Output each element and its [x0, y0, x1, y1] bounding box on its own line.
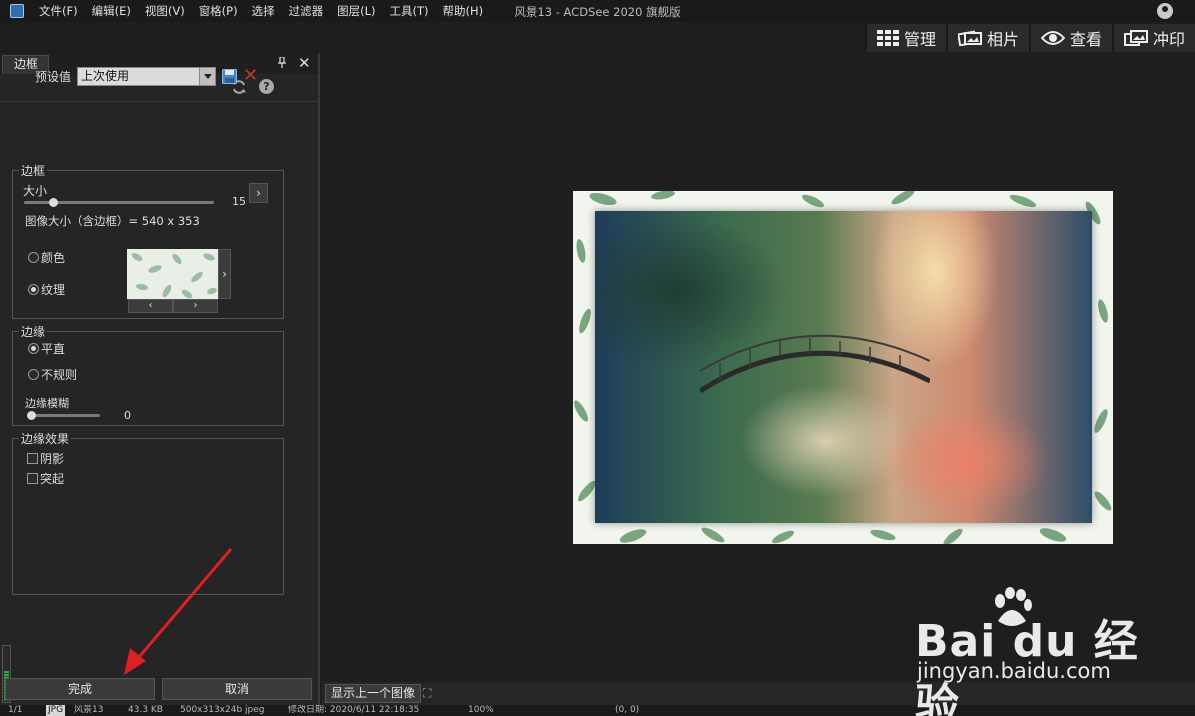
status-coords: (0, 0) — [615, 705, 640, 715]
menu-bar: 文件(F) 编辑(E) 视图(V) 窗格(P) 选择 过滤器 图层(L) 工具(… — [0, 0, 1195, 22]
size-expand-button[interactable]: › — [249, 183, 268, 203]
texture-preview[interactable] — [127, 249, 218, 299]
photos-icon — [957, 30, 982, 46]
shadow-label: 阴影 — [40, 452, 65, 466]
edge-irregular-radio[interactable] — [28, 369, 39, 380]
menu-edit[interactable]: 编辑(E) — [85, 3, 138, 19]
done-button[interactable]: 完成 — [5, 678, 155, 700]
texture-next-page-button[interactable]: › — [173, 299, 218, 313]
size-slider-thumb[interactable] — [48, 198, 58, 207]
user-account-icon[interactable] — [1157, 3, 1173, 19]
status-zoom: 100% — [468, 705, 494, 715]
edge-blur-slider[interactable] — [28, 414, 100, 417]
viewer-bottom-bar: 显示上一个图像 ⛶ — [322, 682, 1195, 705]
eye-icon — [1040, 31, 1065, 45]
cancel-button[interactable]: 取消 — [162, 678, 312, 700]
menu-layer[interactable]: 图层(L) — [330, 3, 382, 19]
mode-develop-button[interactable]: 冲印 — [1111, 24, 1195, 52]
image-size-text: 图像大小（含边框）= 540 x 353 — [25, 214, 200, 228]
grid-icon — [876, 30, 899, 46]
menu-select[interactable]: 选择 — [245, 3, 282, 19]
menu-view[interactable]: 视图(V) — [138, 3, 192, 19]
mode-photos-label: 相片 — [986, 30, 1019, 49]
mode-view-button[interactable]: 查看 — [1028, 24, 1112, 52]
menu-help[interactable]: 帮助(H) — [436, 3, 491, 19]
image-with-border[interactable] — [573, 191, 1113, 544]
show-previous-image-button[interactable]: 显示上一个图像 — [325, 684, 422, 703]
status-filesize: 43.3 KB — [128, 705, 163, 715]
edge-straight-radio[interactable] — [28, 343, 39, 354]
preset-selected-value: 上次使用 — [81, 69, 130, 83]
menu-filter[interactable]: 过滤器 — [282, 3, 331, 19]
border-group-title: 边框 — [19, 162, 48, 179]
edge-blur-label: 边缘模糊 — [25, 397, 69, 410]
image-viewer — [322, 53, 1195, 682]
app-icon[interactable] — [10, 4, 24, 18]
menu-tools[interactable]: 工具(T) — [383, 3, 436, 19]
preset-dropdown[interactable]: 上次使用 — [77, 67, 216, 86]
pin-icon[interactable] — [277, 56, 287, 69]
develop-icon — [1123, 30, 1148, 46]
edge-effects-title: 边缘效果 — [19, 430, 72, 447]
status-modified: 修改日期: 2020/6/11 22:18:35 — [288, 705, 420, 715]
texture-radio[interactable] — [28, 284, 39, 295]
mode-manage-button[interactable]: 管理 — [864, 24, 946, 52]
help-icon[interactable]: ? — [259, 79, 274, 94]
texture-prev-page-button[interactable]: ‹ — [128, 299, 173, 313]
menu-pane[interactable]: 窗格(P) — [192, 3, 245, 19]
edge-group-title: 边缘 — [19, 323, 48, 340]
mode-manage-label: 管理 — [903, 30, 936, 49]
photo-content — [595, 211, 1092, 523]
mode-bar: 管理 相片 查看 冲印 — [864, 24, 1195, 52]
chevron-down-icon[interactable] — [199, 68, 215, 85]
status-dimensions: 500x313x24b jpeg — [180, 705, 265, 715]
raised-label: 突起 — [40, 472, 65, 486]
save-preset-icon[interactable] — [222, 69, 237, 84]
texture-radio-label: 纹理 — [41, 283, 66, 297]
edge-irregular-label: 不规则 — [41, 368, 78, 382]
edge-blur-slider-thumb[interactable] — [27, 411, 36, 420]
close-icon[interactable]: ✕ — [298, 54, 312, 72]
preset-label: 预设值 — [35, 70, 72, 84]
size-label: 大小 — [23, 184, 48, 198]
mode-photos-button[interactable]: 相片 — [945, 24, 1029, 52]
status-format-badge: JPG — [46, 705, 66, 716]
status-bar: 1/1 JPG 风景13 43.3 KB 500x313x24b jpeg 修改… — [0, 705, 1195, 716]
mode-view-label: 查看 — [1069, 30, 1102, 49]
status-filename: 风景13 — [74, 705, 104, 715]
size-value: 15 — [232, 195, 246, 208]
texture-next-button[interactable]: › — [218, 249, 231, 299]
bridge-shape — [700, 334, 930, 394]
fullscreen-icon[interactable]: ⛶ — [423, 686, 431, 701]
annotation-arrow — [124, 548, 233, 675]
shadow-checkbox[interactable] — [27, 453, 38, 464]
color-radio[interactable] — [28, 252, 39, 263]
status-index: 1/1 — [8, 705, 23, 715]
color-radio-label: 颜色 — [41, 251, 66, 265]
edge-blur-value: 0 — [124, 409, 131, 422]
edge-straight-label: 平直 — [41, 342, 66, 356]
raised-checkbox[interactable] — [27, 473, 38, 484]
mode-develop-label: 冲印 — [1152, 30, 1185, 49]
menu-file[interactable]: 文件(F) — [32, 3, 85, 19]
delete-preset-icon[interactable]: ✕ — [243, 67, 258, 85]
